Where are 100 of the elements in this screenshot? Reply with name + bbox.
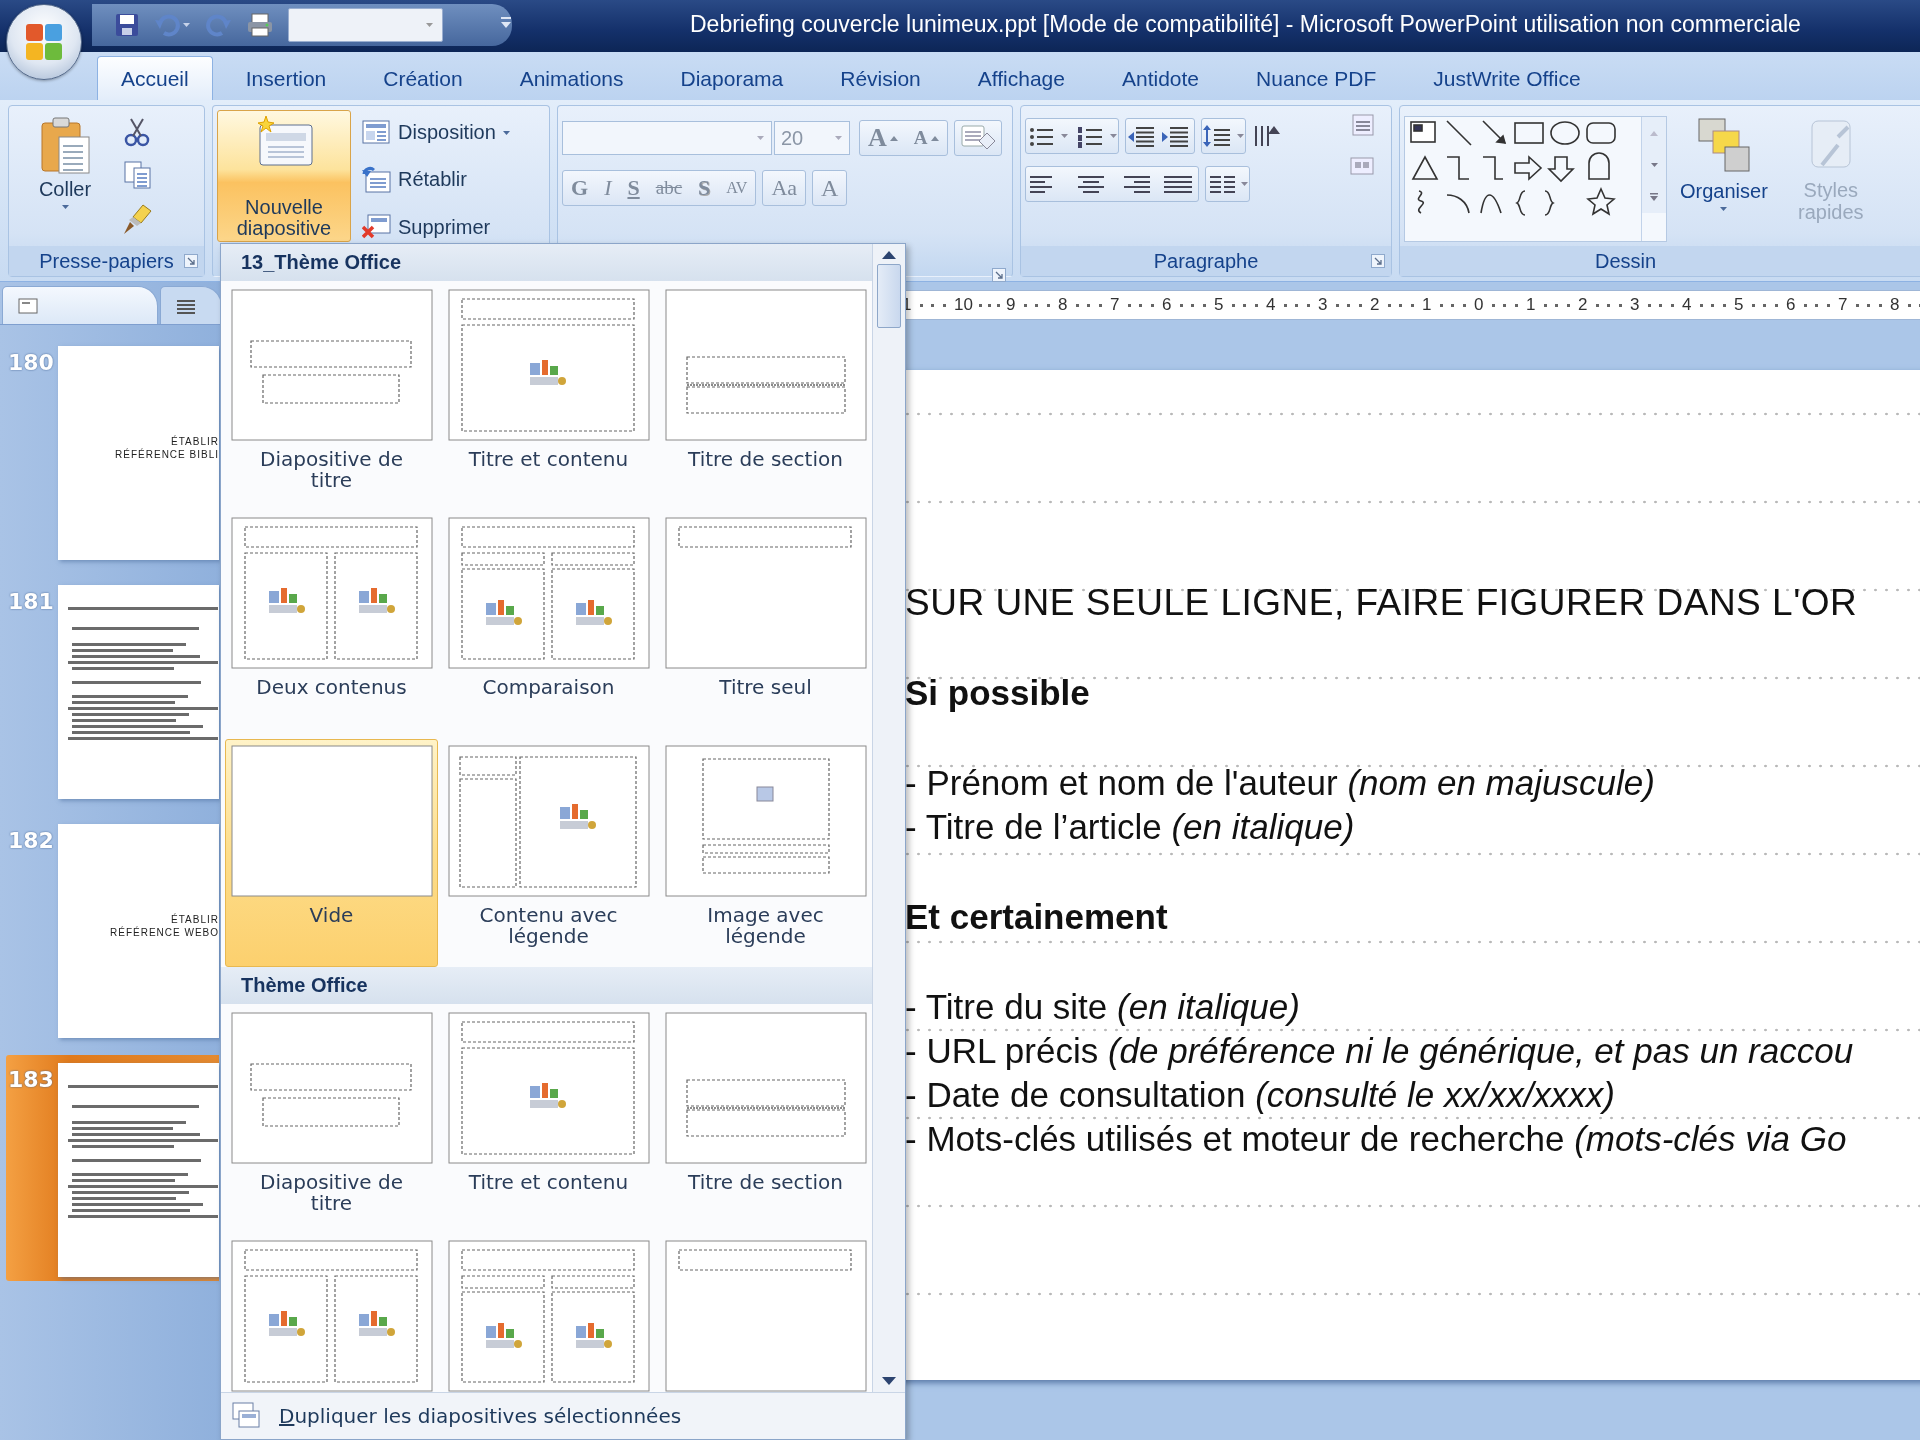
quick-access-field[interactable]	[288, 8, 443, 42]
slide-number: 181	[7, 588, 55, 616]
caret-icon	[1649, 162, 1659, 168]
slide-bullet: - Titre de l’article (en italique)	[905, 806, 1356, 848]
scroll-up-icon[interactable]	[881, 250, 897, 260]
caret-icon	[501, 129, 511, 136]
slide-number: 183	[7, 1066, 55, 1094]
layout-option[interactable]: Image avec légende	[659, 739, 872, 967]
layout-option[interactable]: Titre de section	[659, 283, 872, 511]
copy-icon[interactable]	[123, 160, 153, 190]
ruler-number: 2	[1370, 295, 1380, 315]
slide-text: SUR UNE SEULE LIGNE, FAIRE FIGURER DANS L'OR	[905, 581, 1859, 625]
layout-option[interactable]: Comparaison	[442, 511, 655, 739]
up-arrow-icon	[1649, 130, 1659, 136]
ruler-number: 3	[1630, 295, 1640, 315]
ruler-number: 7	[1838, 295, 1848, 315]
slide-number: 182	[7, 827, 55, 855]
customize-caret-icon[interactable]	[500, 16, 512, 30]
slide-heading: Et certainement	[905, 896, 1169, 938]
scissors-icon[interactable]	[123, 116, 151, 147]
caret-icon	[1108, 133, 1118, 139]
ruler-number: 4	[1266, 295, 1276, 315]
caret-icon	[1235, 133, 1245, 139]
ribbon-tab[interactable]: Animations	[495, 56, 648, 100]
ruler-number: 9	[1006, 295, 1016, 315]
ruler-number: 7	[1110, 295, 1120, 315]
layout-option[interactable]: Diapositive de titre	[225, 283, 438, 511]
slide-list-item[interactable]: 182 ÉTABLIR RÉFÉRENCE WEBO	[6, 816, 219, 1042]
layout-option[interactable]: Titre et contenu	[442, 283, 655, 511]
scroll-down-icon[interactable]	[881, 1376, 897, 1386]
duplicate-slides-icon	[231, 1401, 261, 1431]
ruler-number: 5	[1214, 295, 1224, 315]
ribbon-tab[interactable]: Création	[359, 56, 487, 100]
gallery-section-header: 13_Thème Office	[221, 244, 872, 281]
reset-icon	[362, 166, 392, 194]
group-label: Dessin	[1595, 249, 1657, 273]
caret-icon	[834, 135, 843, 141]
slide-thumbnail-text: RÉFÉRENCE BIBLI	[115, 448, 219, 461]
save-icon[interactable]	[114, 12, 140, 38]
dialog-launcher-icon[interactable]	[992, 268, 1006, 282]
layout-option[interactable]: Titre et contenu	[442, 1006, 655, 1234]
more-shapes-button[interactable]	[1642, 181, 1666, 213]
ruler-number: 6	[1786, 295, 1796, 315]
layout-option[interactable]: Titre de section	[659, 1006, 872, 1234]
ribbon-tab[interactable]: Antidote	[1098, 56, 1224, 100]
caret-icon	[1060, 133, 1069, 139]
ribbon-tab[interactable]: Nuance PDF	[1232, 56, 1401, 100]
ruler-number: 3	[1318, 295, 1328, 315]
ruler-number: 1	[1526, 295, 1536, 315]
small-up-arrow-icon	[889, 135, 898, 141]
window-title: Debriefing couvercle lunimeux.ppt [Mode de compatibilité] - Microsoft PowerPoint utilisation non commerciale	[690, 11, 1801, 38]
delete-button[interactable]: Supprimer	[357, 210, 516, 245]
group-label: Paragraphe	[1153, 249, 1259, 273]
slide-thumbnail-text: RÉFÉRENCE WEBO	[110, 926, 219, 939]
slide-heading: Si possible	[905, 672, 1091, 714]
layout-option[interactable]: Contenu avec légende	[442, 739, 655, 967]
dialog-launcher-icon[interactable]	[184, 254, 198, 268]
slide-bullet: - Prénom et nom de l'auteur (nom en majuscule)	[905, 762, 1656, 804]
layout-option[interactable]: Vide	[225, 739, 438, 967]
scrollbar-thumb[interactable]	[877, 264, 901, 328]
clipboard-icon	[39, 115, 91, 175]
ruler-number: 6	[1162, 295, 1172, 315]
slide-list-item[interactable]: 180 ÉTABLIR RÉFÉRENCE BIBLI	[6, 338, 219, 564]
layout-option[interactable]: Titre seul	[659, 511, 872, 739]
office-button[interactable]	[6, 4, 82, 80]
arrange-button[interactable]: Organiser	[1673, 116, 1775, 242]
panel-tab[interactable]	[160, 286, 222, 324]
ruler-number: 5	[1734, 295, 1744, 315]
group-label: Presse-papiers	[39, 249, 174, 273]
ribbon-tab[interactable]: Accueil	[97, 56, 213, 100]
font-name-field[interactable]	[562, 121, 772, 155]
ruler-number: 0	[1474, 295, 1484, 315]
caret-icon	[60, 204, 70, 210]
ruler-number: 8	[1890, 295, 1900, 315]
ribbon-tab[interactable]: Insertion	[221, 56, 351, 100]
layout-option[interactable]: Diapositive de titre	[225, 1006, 438, 1234]
duplicate-slides-menu-item[interactable]: Dupliquer les diapositives sélectionnées	[221, 1392, 905, 1439]
caret-icon	[756, 135, 765, 141]
print-icon[interactable]	[246, 12, 274, 38]
ribbon-tab[interactable]: Affichage	[953, 56, 1089, 100]
paste-button[interactable]: Coller	[13, 110, 117, 242]
small-up-arrow-icon	[930, 135, 939, 141]
slide-bullet: - URL précis (de préférence ni le générique, et pas un raccou	[905, 1030, 1855, 1072]
format-painter-icon[interactable]	[123, 203, 153, 236]
ruler-number: 4	[1682, 295, 1692, 315]
layout-option[interactable]: Deux contenus	[225, 511, 438, 739]
ribbon-tab[interactable]: JustWrite Office	[1409, 56, 1605, 100]
reset-button[interactable]: Rétablir	[357, 163, 516, 197]
layout-icon	[362, 118, 392, 147]
slide-bullet: - Date de consultation (consulté le xx/xx/xxxx)	[905, 1074, 1617, 1116]
ruler-number: 10	[954, 295, 973, 315]
layout-button[interactable]: Disposition	[357, 115, 516, 150]
caret-icon	[1240, 181, 1249, 187]
new-slide-button[interactable]: Nouvelle diapositive	[217, 110, 351, 242]
more-icon	[1649, 192, 1659, 202]
slide-number: 180	[7, 349, 55, 377]
dialog-launcher-icon[interactable]	[1371, 254, 1385, 268]
slides-view-icon	[17, 295, 39, 316]
ribbon-tab[interactable]: Révision	[816, 56, 945, 100]
ribbon-tab[interactable]: Diaporama	[656, 56, 808, 100]
